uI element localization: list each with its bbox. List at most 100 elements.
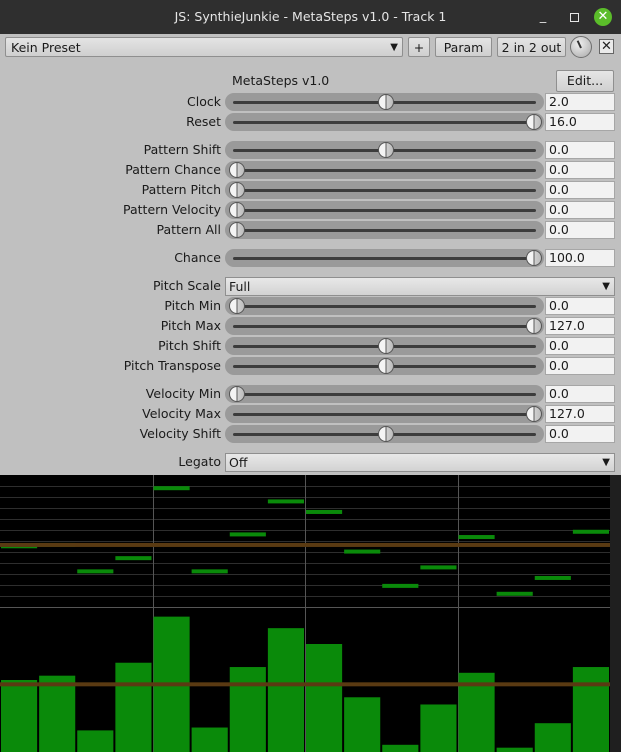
velocity-center-marker	[0, 682, 610, 687]
legato-dropdown[interactable]: Off ▼	[225, 453, 615, 472]
velocity-max-value-field[interactable]: 127.0	[545, 405, 615, 423]
preset-dropdown[interactable]: Kein Preset ▼	[5, 37, 403, 57]
pitch-min-slider[interactable]	[225, 297, 544, 315]
pattern-velocity-slider[interactable]	[225, 201, 544, 219]
legato-row: Legato Off ▼	[0, 452, 621, 472]
slider-thumb[interactable]	[229, 182, 245, 198]
pitch-max-value-field[interactable]: 127.0	[545, 317, 615, 335]
param-button[interactable]: Param	[435, 37, 492, 57]
edit-button[interactable]: Edit...	[556, 70, 614, 92]
legato-label: Legato	[178, 454, 221, 469]
pitch-step	[420, 565, 457, 570]
slider-groove	[233, 413, 536, 416]
pitch-max-slider[interactable]	[225, 317, 544, 335]
reset-label: Reset	[186, 114, 221, 129]
velocity-bar	[306, 644, 343, 752]
slider-thumb[interactable]	[229, 298, 245, 314]
pitch-max-row: Pitch Max 127.0	[0, 316, 621, 336]
pitch-transpose-slider[interactable]	[225, 357, 544, 375]
velocity-bar	[382, 744, 419, 752]
scrollbar[interactable]	[610, 475, 621, 752]
pitch-step	[534, 575, 571, 580]
velocity-bar	[572, 667, 609, 752]
step-sequencer-display	[0, 475, 610, 752]
plugin-name: MetaSteps v1.0	[232, 73, 330, 88]
reset-slider[interactable]	[225, 113, 544, 131]
slider-groove	[233, 229, 536, 232]
velocity-shift-row: Velocity Shift 0.0	[0, 424, 621, 444]
slider-thumb[interactable]	[229, 162, 245, 178]
pattern-chance-label: Pattern Chance	[125, 162, 221, 177]
slider-groove	[233, 209, 536, 212]
minimize-button[interactable]: _	[535, 9, 551, 25]
pattern-velocity-row: Pattern Velocity 0.0	[0, 200, 621, 220]
slider-thumb[interactable]	[526, 406, 542, 422]
slider-thumb[interactable]	[377, 94, 394, 110]
pitch-min-value-field[interactable]: 0.0	[545, 297, 615, 315]
slider-thumb[interactable]	[377, 142, 394, 158]
pitch-min-row: Pitch Min 0.0	[0, 296, 621, 316]
velocity-min-value-field[interactable]: 0.0	[545, 385, 615, 403]
pattern-all-value-field[interactable]: 0.0	[545, 221, 615, 239]
reset-value-field[interactable]: 16.0	[545, 113, 615, 131]
clock-value-field[interactable]: 2.0	[545, 93, 615, 111]
slider-thumb[interactable]	[526, 318, 542, 334]
clock-slider[interactable]	[225, 93, 544, 111]
pitch-scale-row: Pitch Scale Full ▼	[0, 276, 621, 296]
slider-thumb[interactable]	[377, 426, 394, 442]
chance-slider[interactable]	[225, 249, 544, 267]
pattern-shift-value-field[interactable]: 0.0	[545, 141, 615, 159]
pitch-transpose-label: Pitch Transpose	[123, 358, 221, 373]
pitch-shift-value-field[interactable]: 0.0	[545, 337, 615, 355]
pitch-scale-dropdown[interactable]: Full ▼	[225, 277, 615, 296]
pitch-transpose-value-field[interactable]: 0.0	[545, 357, 615, 375]
slider-groove	[233, 189, 536, 192]
velocity-max-slider[interactable]	[225, 405, 544, 423]
maximize-button[interactable]	[566, 9, 582, 25]
pattern-pitch-row: Pattern Pitch 0.0	[0, 180, 621, 200]
slider-thumb[interactable]	[526, 250, 542, 266]
slider-thumb[interactable]	[229, 202, 245, 218]
plugin-window: Kein Preset ▼ + Param 2 in 2 out ✕ MetaS…	[0, 34, 621, 752]
velocity-shift-label: Velocity Shift	[139, 426, 221, 441]
velocity-bar	[534, 723, 571, 752]
pitch-shift-slider[interactable]	[225, 337, 544, 355]
pitch-scale-label: Pitch Scale	[152, 278, 221, 293]
pitch-scale-value: Full	[229, 279, 251, 294]
slider-thumb[interactable]	[229, 222, 245, 238]
velocity-min-label: Velocity Min	[145, 386, 221, 401]
velocity-max-label: Velocity Max	[142, 406, 221, 421]
pattern-shift-row: Pattern Shift 0.0	[0, 140, 621, 160]
pitch-min-label: Pitch Min	[164, 298, 221, 313]
window-title: JS: SynthieJunkie - MetaSteps v1.0 - Tra…	[174, 9, 447, 24]
pitch-step	[115, 556, 152, 561]
io-routing-button[interactable]: 2 in 2 out	[497, 37, 566, 57]
add-preset-button[interactable]: +	[408, 37, 430, 57]
bypass-checkbox[interactable]: ✕	[599, 39, 614, 54]
pitch-step	[191, 569, 228, 574]
pattern-velocity-value-field[interactable]: 0.0	[545, 201, 615, 219]
velocity-shift-slider[interactable]	[225, 425, 544, 443]
pattern-pitch-value-field[interactable]: 0.0	[545, 181, 615, 199]
reset-row: Reset 16.0	[0, 112, 621, 132]
slider-thumb[interactable]	[377, 338, 394, 354]
pattern-chance-slider[interactable]	[225, 161, 544, 179]
slider-thumb[interactable]	[229, 386, 245, 402]
velocity-shift-value-field[interactable]: 0.0	[545, 425, 615, 443]
pitch-step	[496, 591, 533, 596]
chevron-down-icon: ▼	[390, 42, 398, 53]
pitch-step	[77, 569, 114, 574]
chance-value-field[interactable]: 100.0	[545, 249, 615, 267]
velocity-min-slider[interactable]	[225, 385, 544, 403]
pattern-pitch-slider[interactable]	[225, 181, 544, 199]
velocity-bar	[344, 697, 381, 752]
close-button[interactable]: ✕	[594, 8, 612, 26]
slider-groove	[233, 257, 536, 260]
slider-thumb[interactable]	[526, 114, 542, 130]
pattern-all-slider[interactable]	[225, 221, 544, 239]
pattern-shift-slider[interactable]	[225, 141, 544, 159]
slider-thumb[interactable]	[377, 358, 394, 374]
wet-knob[interactable]	[570, 36, 592, 58]
pitch-step	[458, 535, 495, 540]
pattern-chance-value-field[interactable]: 0.0	[545, 161, 615, 179]
